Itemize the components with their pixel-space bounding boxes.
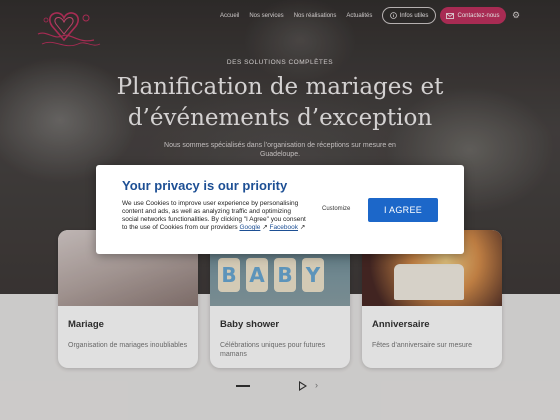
google-link[interactable]: Google [239, 224, 260, 231]
external-link-icon: ↗ [298, 224, 306, 231]
modal-title: Your privacy is our priority [122, 178, 288, 193]
modal-text: We use Cookies to improve user experienc… [122, 200, 308, 232]
cookie-consent-modal: Your privacy is our priority We use Cook… [96, 165, 464, 254]
customize-button[interactable]: Customize [322, 206, 350, 212]
agree-button[interactable]: I AGREE [368, 198, 438, 222]
facebook-link[interactable]: Facebook [269, 224, 298, 231]
